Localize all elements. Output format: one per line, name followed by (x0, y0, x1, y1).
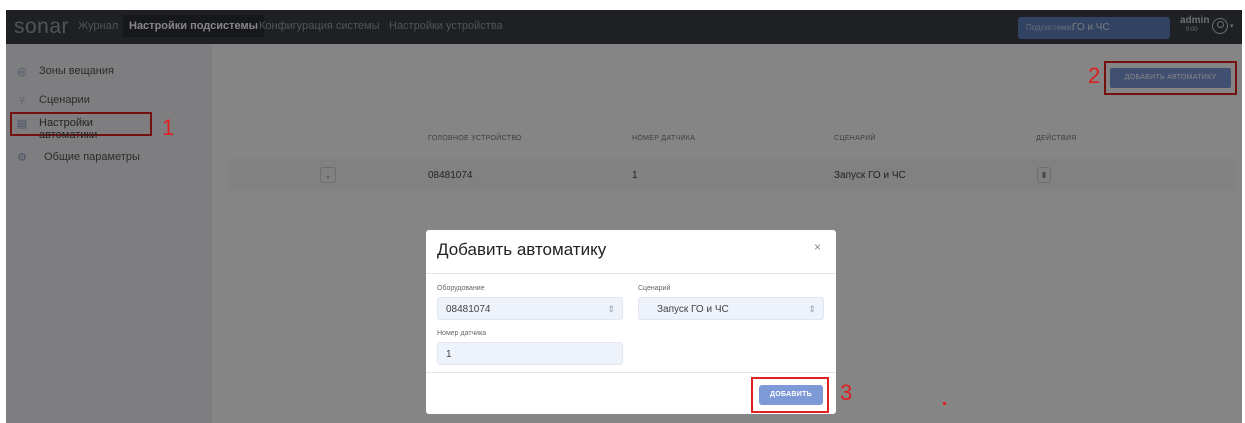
annotation-number-2: 2 (1088, 63, 1101, 88)
scenario-select[interactable]: Запуск ГО и ЧС ⇕ (638, 297, 824, 320)
app-window: sonar Журнал Настройки подсистемы Конфиг… (6, 10, 1242, 423)
sensor-number-input[interactable]: 1 (437, 342, 623, 365)
add-automation-modal: Добавить автоматику × Оборудование 08481… (426, 230, 836, 414)
modal-divider (426, 273, 836, 274)
equipment-value: 08481074 (446, 304, 491, 315)
select-arrows-icon: ⇕ (607, 304, 615, 314)
annotation-box-3: ДОБАВИТЬ (751, 377, 829, 413)
equipment-label: Оборудование (437, 285, 485, 292)
close-icon[interactable]: × (814, 240, 821, 254)
scenario-value: Запуск ГО и ЧС (657, 304, 729, 315)
select-arrows-icon: ⇕ (808, 304, 816, 314)
equipment-select[interactable]: 08481074 ⇕ (437, 297, 623, 320)
modal-divider (426, 372, 836, 373)
scenario-label: Сценарий (638, 285, 671, 292)
annotation-dot (943, 402, 946, 405)
sensor-number-label: Номер датчика (437, 330, 487, 337)
sensor-number-value: 1 (446, 349, 452, 360)
modal-title: Добавить автоматику (437, 240, 607, 259)
annotation-number-1: 1 (162, 115, 175, 140)
submit-add-button[interactable]: ДОБАВИТЬ (759, 385, 823, 405)
annotation-number-3: 3 (840, 380, 853, 405)
